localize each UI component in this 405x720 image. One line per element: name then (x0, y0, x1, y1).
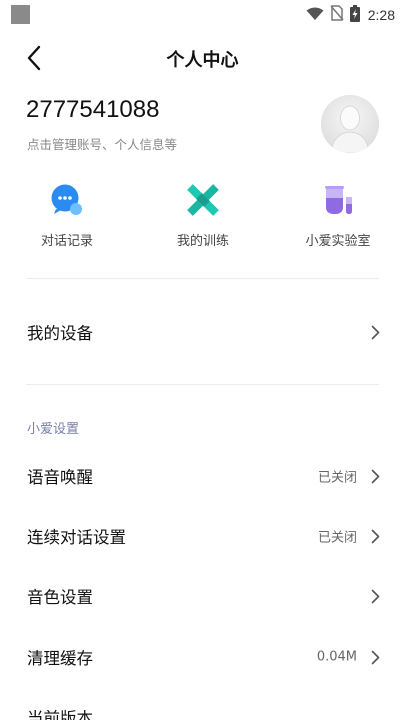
row-label: 音色设置 (27, 588, 93, 607)
row-current-version[interactable]: 当前版本 (0, 687, 405, 720)
chevron-right-icon (371, 324, 381, 340)
chevron-right-icon (371, 649, 381, 665)
quick-label-chat-history: 对话记录 (40, 234, 93, 249)
page-title: 个人中心 (166, 50, 239, 71)
status-icons: 2:28 (306, 4, 395, 26)
chevron-right-icon (371, 528, 381, 544)
row-label: 当前版本 (27, 709, 93, 720)
row-continuous-dialog[interactable]: 连续对话设置 已关闭 (0, 506, 405, 566)
default-avatar-icon (321, 95, 379, 153)
avatar[interactable] (321, 95, 379, 153)
chevron-right-icon (371, 588, 381, 604)
row-my-devices[interactable]: 我的设备 (0, 302, 405, 362)
row-value: 已关闭 (317, 530, 357, 546)
quick-xiaoai-lab[interactable]: 小爱实验室 (283, 180, 393, 249)
battery-charging-icon (349, 4, 360, 26)
divider (26, 384, 379, 385)
quick-actions: 对话记录 我的训练 小爱实验室 (0, 180, 405, 260)
notification-square-icon (11, 5, 30, 24)
quick-chat-history[interactable]: 对话记录 (12, 180, 122, 249)
row-label: 清理缓存 (27, 649, 93, 668)
profile-subtitle: 点击管理账号、个人信息等 (27, 137, 178, 152)
section-title: 小爱设置 (27, 422, 80, 437)
wifi-icon (306, 6, 324, 25)
quick-my-training[interactable]: 我的训练 (148, 180, 258, 249)
row-label: 连续对话设置 (27, 528, 126, 547)
row-voice-wakeup[interactable]: 语音唤醒 已关闭 (0, 446, 405, 506)
header-bar: 个人中心 (0, 36, 405, 80)
no-sim-icon (330, 5, 344, 25)
cross-x-icon (183, 180, 223, 220)
quick-label-xiaoai-lab: 小爱实验室 (305, 234, 371, 249)
status-bar: 2:28 (0, 0, 405, 30)
row-label: 我的设备 (27, 324, 93, 343)
row-voice-timbre[interactable]: 音色设置 (0, 566, 405, 626)
row-label: 语音唤醒 (27, 468, 93, 487)
row-value: 已关闭 (317, 470, 357, 486)
row-value: 0.04M (316, 649, 357, 665)
user-id: 2777541088 (26, 96, 160, 123)
clock-time: 2:28 (367, 7, 395, 23)
divider (26, 278, 379, 279)
chat-bubble-icon (47, 180, 87, 220)
chevron-right-icon (371, 468, 381, 484)
quick-label-my-training: 我的训练 (176, 234, 229, 249)
profile-card[interactable]: 2777541088 点击管理账号、个人信息等 (0, 88, 405, 163)
test-tube-icon (318, 180, 358, 220)
row-clear-cache[interactable]: 清理缓存 0.04M (0, 627, 405, 687)
